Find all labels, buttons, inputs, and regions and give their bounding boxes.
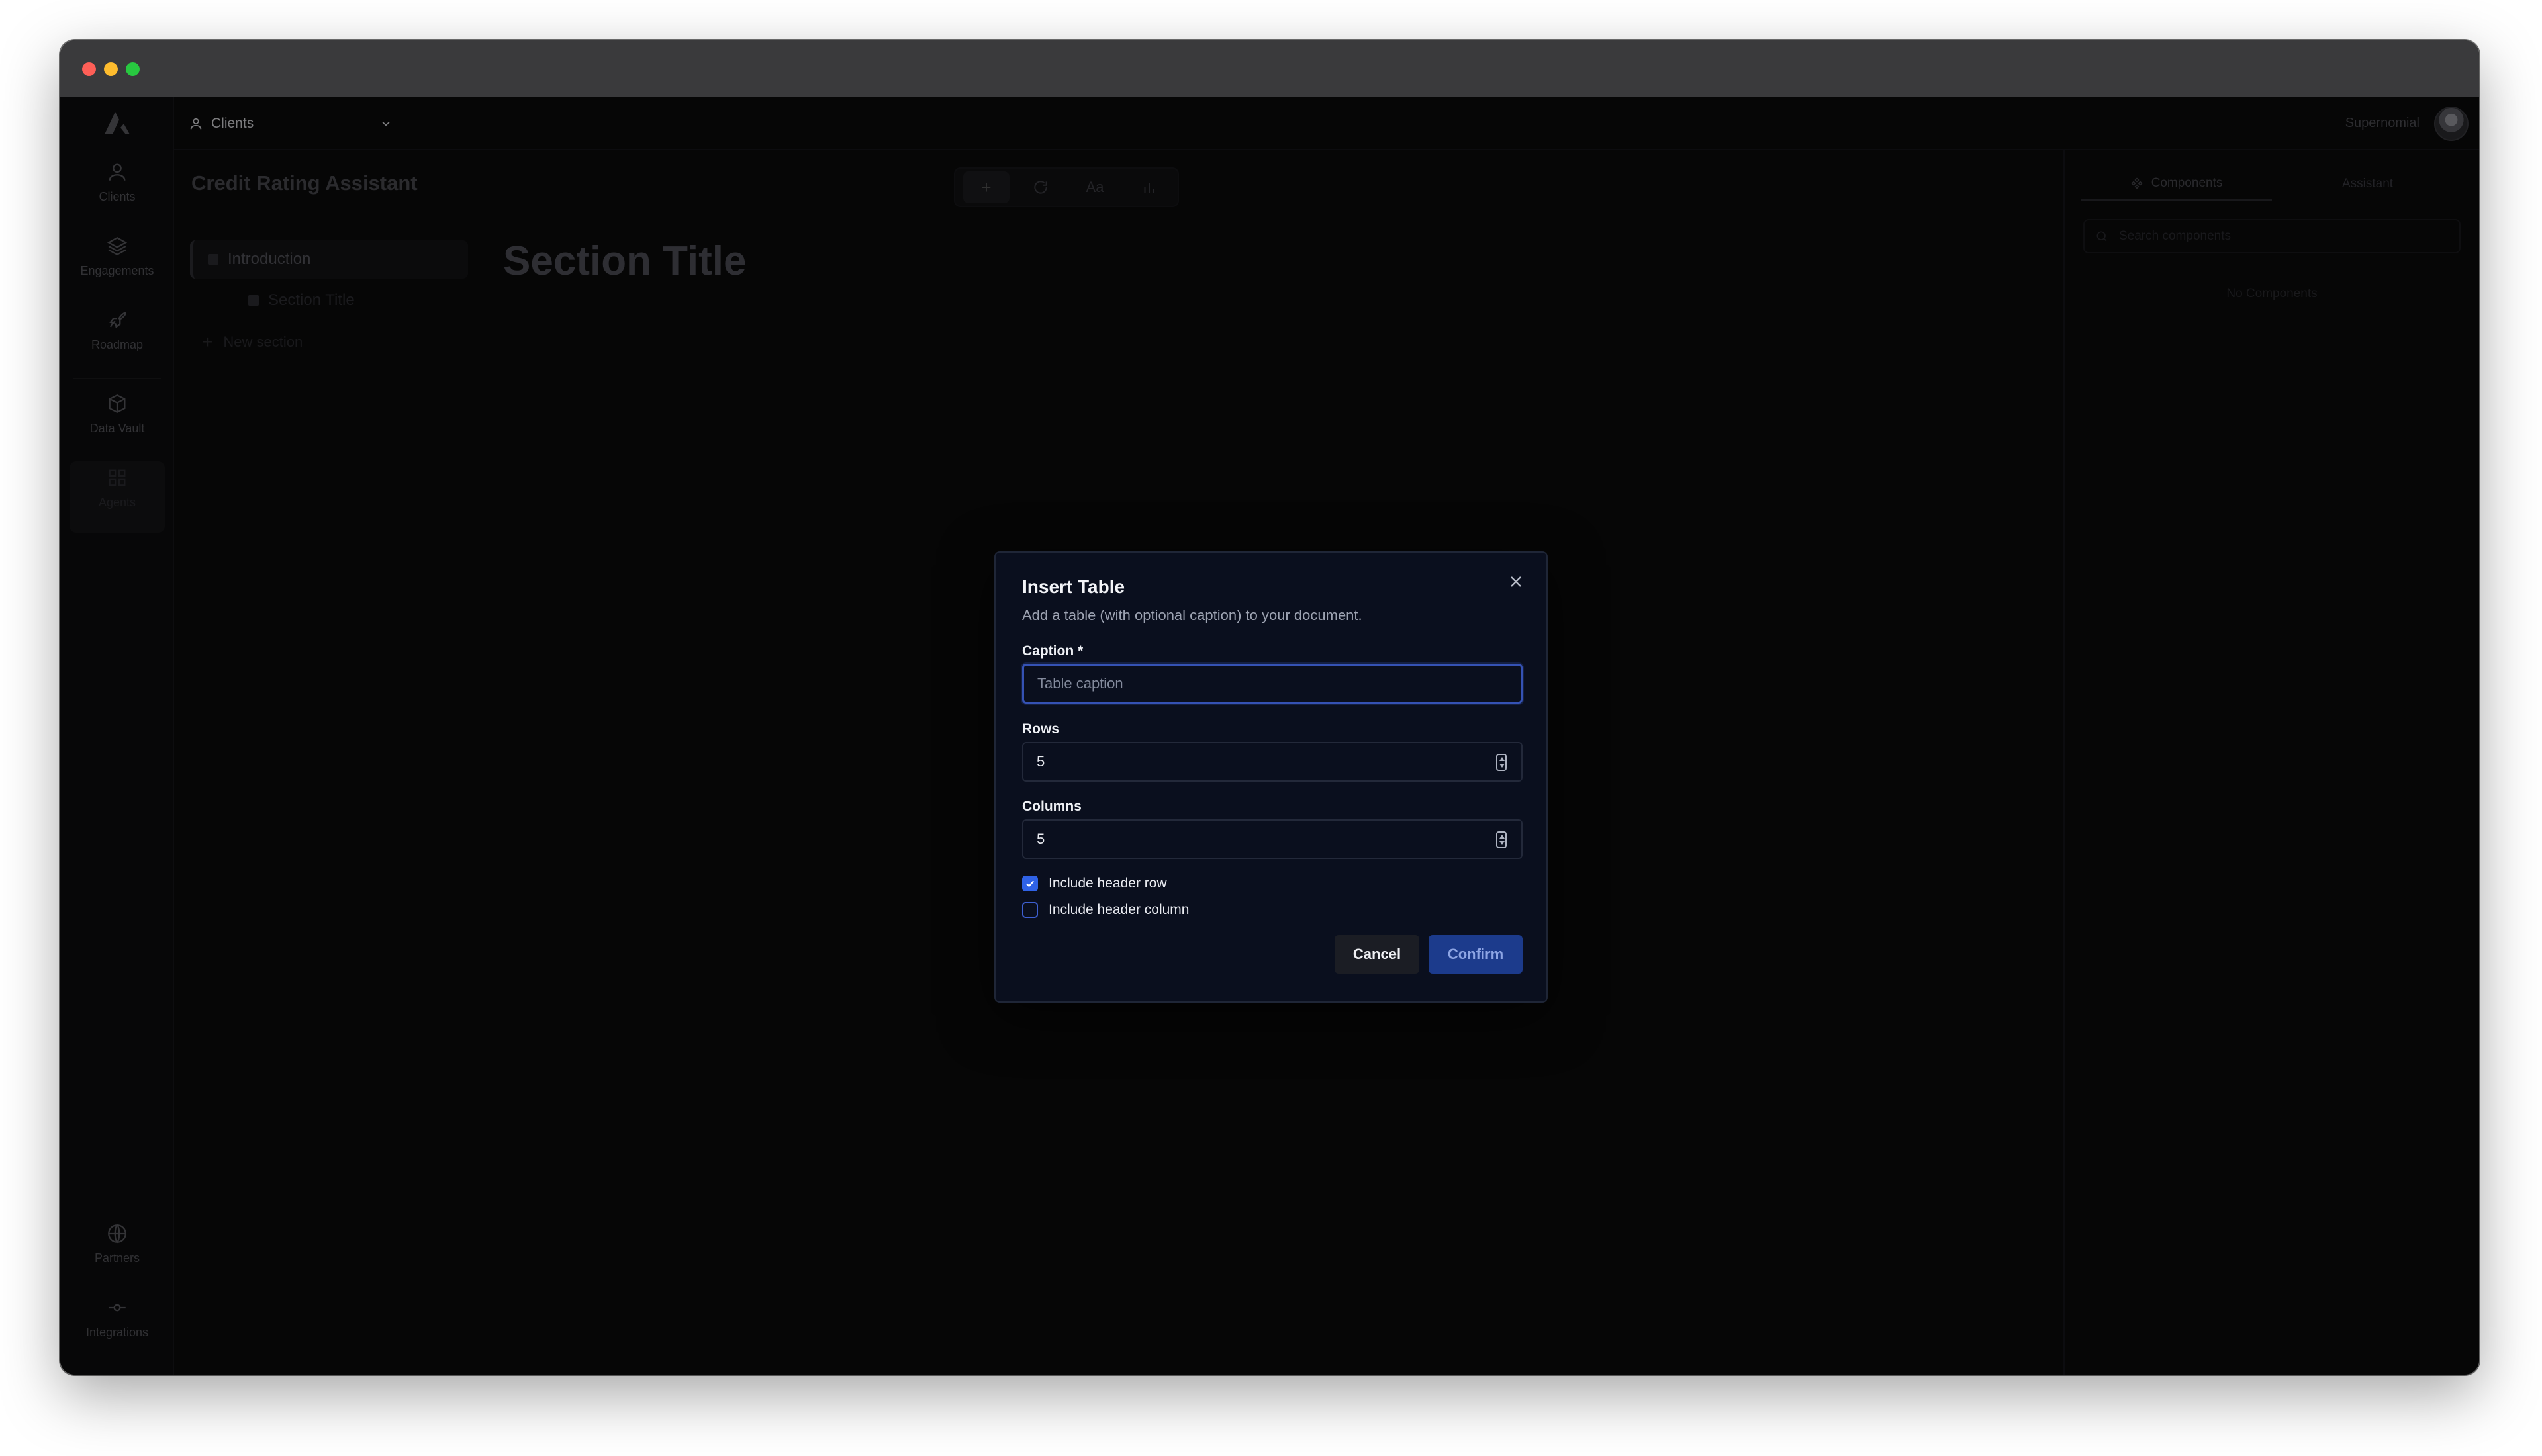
- rows-label: Rows: [1022, 721, 1060, 737]
- rows-value: 5: [1037, 753, 1045, 770]
- include-header-column-label: Include header column: [1049, 902, 1190, 917]
- minimize-window-button[interactable]: [104, 62, 118, 76]
- columns-stepper[interactable]: [1496, 831, 1507, 848]
- caption-input[interactable]: Table caption: [1022, 664, 1523, 704]
- window-titlebar: [60, 40, 2479, 97]
- include-header-column-checkbox[interactable]: [1022, 902, 1038, 918]
- dialog-description: Add a table (with optional caption) to y…: [1022, 607, 1362, 623]
- confirm-button[interactable]: Confirm: [1429, 935, 1523, 974]
- include-header-column-option[interactable]: Include header column: [1022, 902, 1189, 918]
- insert-table-dialog: Insert Table Add a table (with optional …: [994, 551, 1548, 1003]
- check-icon: [1025, 880, 1035, 887]
- app-body: Clients Engagements Roadmap Data Vault A…: [60, 97, 2479, 1375]
- include-header-row-option[interactable]: Include header row: [1022, 876, 1167, 891]
- caption-label: Caption *: [1022, 643, 1084, 659]
- include-header-row-checkbox[interactable]: [1022, 876, 1038, 891]
- dialog-title: Insert Table: [1022, 576, 1125, 597]
- rows-stepper[interactable]: [1496, 754, 1507, 771]
- close-icon[interactable]: [1507, 572, 1525, 591]
- cancel-button[interactable]: Cancel: [1335, 935, 1419, 974]
- columns-input[interactable]: 5: [1022, 819, 1523, 859]
- close-window-button[interactable]: [82, 62, 96, 76]
- columns-label: Columns: [1022, 799, 1082, 814]
- maximize-window-button[interactable]: [126, 62, 140, 76]
- rows-input[interactable]: 5: [1022, 742, 1523, 782]
- include-header-row-label: Include header row: [1049, 876, 1167, 891]
- columns-value: 5: [1037, 831, 1045, 847]
- app-window: Clients Engagements Roadmap Data Vault A…: [60, 40, 2479, 1375]
- caption-placeholder: Table caption: [1037, 675, 1123, 692]
